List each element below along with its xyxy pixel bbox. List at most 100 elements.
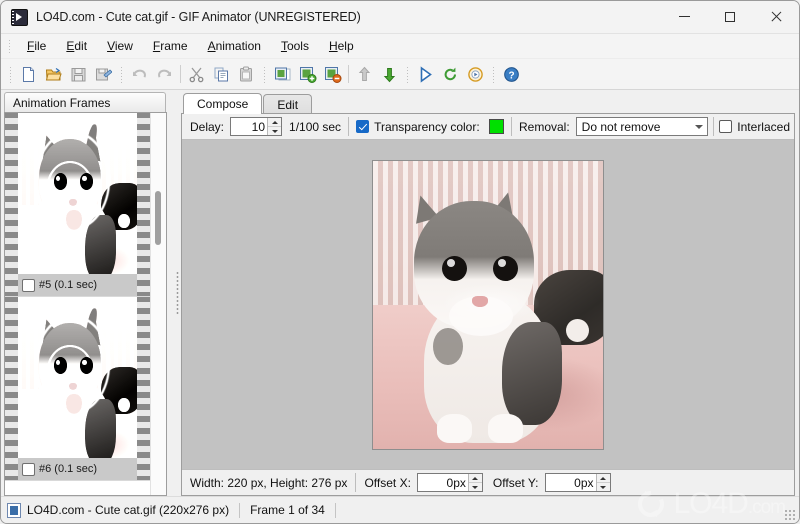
filmstrip: #5 (0.1 sec) #6 (0.1 sec) — [5, 113, 150, 495]
film-perforation-right — [137, 113, 150, 296]
offset-x-spin-up[interactable] — [468, 474, 482, 483]
toolbar-grip-5[interactable] — [491, 65, 496, 83]
image-dimensions-label: Width: 220 px, Height: 276 px — [190, 475, 348, 490]
menu-item-animation[interactable]: Animation — [198, 36, 271, 56]
move-frame-down-icon — [383, 67, 396, 82]
paste-button[interactable] — [234, 62, 259, 86]
status-bar: LO4D.com - Cute cat.gif (220x276 px) Fra… — [1, 489, 799, 523]
delay-input[interactable] — [231, 118, 268, 135]
frame-properties-icon — [274, 67, 290, 80]
menu-item-tools[interactable]: Tools — [271, 36, 319, 56]
transparency-color-swatch[interactable] — [488, 119, 504, 134]
options-separator-3 — [713, 117, 715, 136]
frames-scrollbar-thumb[interactable] — [155, 191, 161, 245]
status-separator-a — [239, 502, 241, 518]
save-as-button[interactable] — [91, 62, 116, 86]
delete-frame-button[interactable] — [320, 62, 345, 86]
transparency-color-checkbox[interactable] — [356, 120, 370, 133]
copy-button[interactable] — [209, 62, 234, 86]
removal-dropdown[interactable]: Do not remove — [575, 117, 709, 136]
cut-scissors-icon — [189, 67, 204, 82]
help-button[interactable]: ? — [499, 62, 524, 86]
offset-x-spin-down[interactable] — [469, 483, 482, 491]
offset-x-stepper[interactable] — [416, 473, 483, 492]
svg-text:?: ? — [508, 70, 514, 81]
offset-y-spin-buttons[interactable] — [595, 474, 610, 491]
offset-y-spin-down[interactable] — [597, 483, 610, 491]
removal-selected-value: Do not remove — [581, 119, 661, 134]
offset-x-input[interactable] — [417, 474, 468, 491]
frame-thumbnail-item[interactable]: #5 (0.1 sec) — [5, 113, 150, 297]
menu-item-view[interactable]: View — [97, 36, 143, 56]
play-button[interactable] — [413, 62, 438, 86]
interlaced-checkbox[interactable] — [719, 120, 733, 133]
delay-label: Delay: — [190, 119, 225, 134]
status-separator-1 — [355, 473, 357, 492]
toolbar-separator-2 — [348, 65, 349, 83]
frame-thumbnail-item[interactable]: #6 (0.1 sec) — [5, 297, 150, 481]
removal-label: Removal: — [518, 119, 570, 134]
undo-button[interactable] — [127, 62, 152, 86]
new-file-button[interactable] — [16, 62, 41, 86]
add-frame-button[interactable] — [295, 62, 320, 86]
animation-frames-panel: Animation Frames #5 (0.1 sec) #6 (0.1 se… — [1, 90, 173, 496]
delay-stepper[interactable] — [230, 117, 283, 136]
delay-spin-buttons[interactable] — [267, 118, 282, 135]
film-perforation-right — [137, 297, 150, 480]
save-as-icon — [96, 68, 112, 80]
title-bar: LO4D.com - Cute cat.gif - GIF Animator (… — [1, 1, 799, 34]
paste-clipboard-icon — [240, 66, 252, 81]
image-canvas[interactable] — [182, 140, 794, 469]
frame-select-checkbox[interactable] — [22, 278, 35, 292]
cut-button[interactable] — [184, 62, 209, 86]
window-resize-grip[interactable] — [784, 509, 795, 520]
loop-button[interactable] — [438, 62, 463, 86]
close-icon — [771, 11, 782, 22]
offset-y-input[interactable] — [545, 474, 596, 491]
frame-label-row: #5 (0.1 sec) — [18, 274, 137, 296]
frame-select-checkbox[interactable] — [22, 462, 35, 476]
offset-x-spin-buttons[interactable] — [467, 474, 482, 491]
preview-button[interactable] — [463, 62, 488, 86]
save-button[interactable] — [66, 62, 91, 86]
menu-item-frame[interactable]: Frame — [143, 36, 198, 56]
tab-edit[interactable]: Edit — [263, 94, 313, 114]
copy-icon — [214, 67, 228, 81]
minimize-button[interactable] — [661, 1, 707, 32]
move-frame-down-button[interactable] — [377, 62, 402, 86]
menu-item-edit[interactable]: Edit — [56, 36, 97, 56]
tab-strip: Compose Edit — [181, 93, 795, 114]
offset-y-spin-up[interactable] — [596, 474, 610, 483]
status-separator-b — [334, 502, 336, 518]
toolbar-grip-2[interactable] — [119, 65, 124, 83]
frame-label-row: #6 (0.1 sec) — [18, 458, 137, 480]
options-separator-1 — [348, 117, 350, 136]
maximize-button[interactable] — [707, 1, 753, 32]
menu-grip-handle[interactable] — [7, 38, 12, 54]
frame-properties-button[interactable] — [270, 62, 295, 86]
toolbar-separator-1 — [180, 65, 181, 83]
menu-bar: File Edit View Frame Animation Tools Hel… — [1, 34, 799, 59]
frames-scrollbar[interactable] — [150, 113, 166, 495]
add-frame-icon — [299, 66, 316, 83]
panel-splitter[interactable] — [173, 90, 181, 496]
move-frame-up-button[interactable] — [352, 62, 377, 86]
frame-preview-image — [372, 159, 604, 450]
interlaced-label: Interlaced — [737, 119, 790, 134]
open-folder-button[interactable] — [41, 62, 66, 86]
delay-spin-up[interactable] — [268, 118, 282, 127]
image-status-row: Width: 220 px, Height: 276 px Offset X: … — [182, 469, 794, 495]
delay-spin-down[interactable] — [268, 127, 281, 135]
frames-list: #5 (0.1 sec) #6 (0.1 sec) — [4, 112, 167, 496]
menu-item-help[interactable]: Help — [319, 36, 364, 56]
offset-y-stepper[interactable] — [544, 473, 611, 492]
redo-button[interactable] — [152, 62, 177, 86]
menu-item-file[interactable]: File — [17, 36, 56, 56]
toolbar-grip-1[interactable] — [8, 65, 13, 83]
toolbar-grip-3[interactable] — [262, 65, 267, 83]
tab-compose[interactable]: Compose — [183, 93, 263, 114]
offset-y-label: Offset Y: — [492, 475, 539, 490]
toolbar-grip-4[interactable] — [405, 65, 410, 83]
film-play-icon — [11, 8, 28, 26]
close-button[interactable] — [753, 1, 799, 32]
